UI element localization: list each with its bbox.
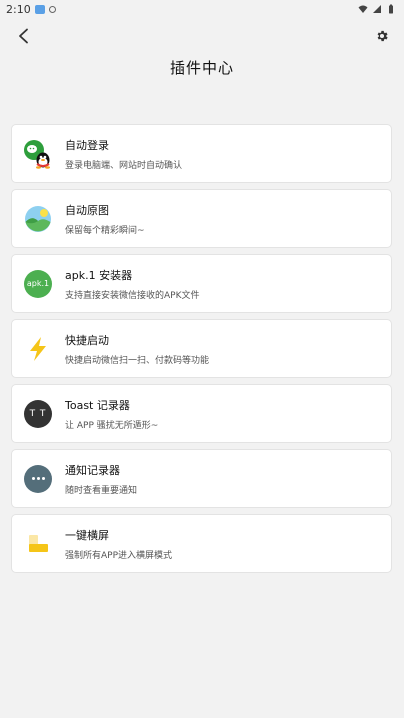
- plugin-title: 自动登录: [65, 138, 109, 152]
- plugin-card-one-key-landscape[interactable]: 一键横屏 强制所有APP进入横屏模式: [11, 514, 392, 573]
- wechat-qq-icon: [23, 139, 53, 169]
- gear-icon: [377, 30, 388, 42]
- status-right: [358, 4, 404, 14]
- plugin-card-auto-original-image[interactable]: 自动原图 保留每个精彩瞬间~: [11, 189, 392, 248]
- plugin-card-notification-recorder[interactable]: 通知记录器 随时查看重要通知: [11, 449, 392, 508]
- plugin-desc: 强制所有APP进入横屏模式: [65, 550, 173, 561]
- plugin-text: 一键横屏 强制所有APP进入横屏模式: [65, 527, 172, 561]
- signal-icon: [373, 5, 381, 13]
- plugin-desc: 支持直接安装微信接收的APK文件: [65, 290, 200, 301]
- status-left: 2:10: [0, 3, 56, 16]
- landscape-rotate-icon: [23, 529, 53, 559]
- plugin-title: 通知记录器: [65, 463, 120, 477]
- plugin-text: apk.1 安装器 支持直接安装微信接收的APK文件: [65, 267, 200, 301]
- plugin-title: apk.1 安装器: [65, 268, 133, 282]
- plugin-text: 通知记录器 随时查看重要通知: [65, 462, 137, 496]
- back-button[interactable]: [12, 24, 36, 48]
- apk-badge: apk.1: [24, 269, 52, 298]
- plugin-text: 自动原图 保留每个精彩瞬间~: [65, 202, 145, 236]
- plugin-desc: 保留每个精彩瞬间~: [65, 225, 145, 236]
- apk-icon: apk.1: [23, 269, 53, 299]
- back-arrow-icon: [19, 28, 28, 44]
- plugin-desc: 快捷启动微信扫一扫、付款码等功能: [65, 355, 210, 366]
- plugin-title: 自动原图: [65, 203, 109, 217]
- plugin-list: 自动登录 登录电脑端、网站时自动确认 自动原图 保留每个精彩瞬间~ apk.1 …: [11, 124, 392, 573]
- plugin-title: Toast 记录器: [65, 398, 130, 412]
- toast-icon: T T: [23, 399, 53, 429]
- plugin-title: 一键横屏: [65, 528, 109, 542]
- plugin-desc: 让 APP 骚扰无所遁形~: [65, 420, 159, 431]
- plugin-card-toast-recorder[interactable]: T T Toast 记录器 让 APP 骚扰无所遁形~: [11, 384, 392, 443]
- plugin-text: 快捷启动 快捷启动微信扫一扫、付款码等功能: [65, 332, 209, 366]
- plugin-desc: 随时查看重要通知: [65, 485, 138, 496]
- status-bar: 2:10: [0, 0, 404, 18]
- page-title: 插件中心: [169, 59, 234, 77]
- battery-icon: [389, 4, 393, 14]
- settings-button[interactable]: [372, 26, 392, 46]
- plugin-card-apk-installer[interactable]: apk.1 apk.1 安装器 支持直接安装微信接收的APK文件: [11, 254, 392, 313]
- toast-badge: T T: [24, 399, 52, 428]
- plugin-text: Toast 记录器 让 APP 骚扰无所遁形~: [65, 397, 158, 431]
- chat-bubble-icon: [23, 464, 53, 494]
- plugin-card-auto-login[interactable]: 自动登录 登录电脑端、网站时自动确认: [11, 124, 392, 183]
- plugin-title: 快捷启动: [65, 333, 109, 347]
- notification-icon: [34, 4, 45, 14]
- plugin-text: 自动登录 登录电脑端、网站时自动确认: [65, 137, 182, 171]
- sync-icon: [48, 5, 56, 13]
- wifi-icon: [358, 5, 368, 13]
- lightning-icon: [23, 334, 53, 364]
- chat-bubble-badge: [24, 464, 52, 493]
- status-time: 2:10: [6, 2, 31, 16]
- plugin-card-quick-launch[interactable]: 快捷启动 快捷启动微信扫一扫、付款码等功能: [11, 319, 392, 378]
- plugin-desc: 登录电脑端、网站时自动确认: [65, 160, 183, 171]
- app-header: 插件中心: [0, 18, 404, 114]
- landscape-image-icon: [23, 204, 53, 234]
